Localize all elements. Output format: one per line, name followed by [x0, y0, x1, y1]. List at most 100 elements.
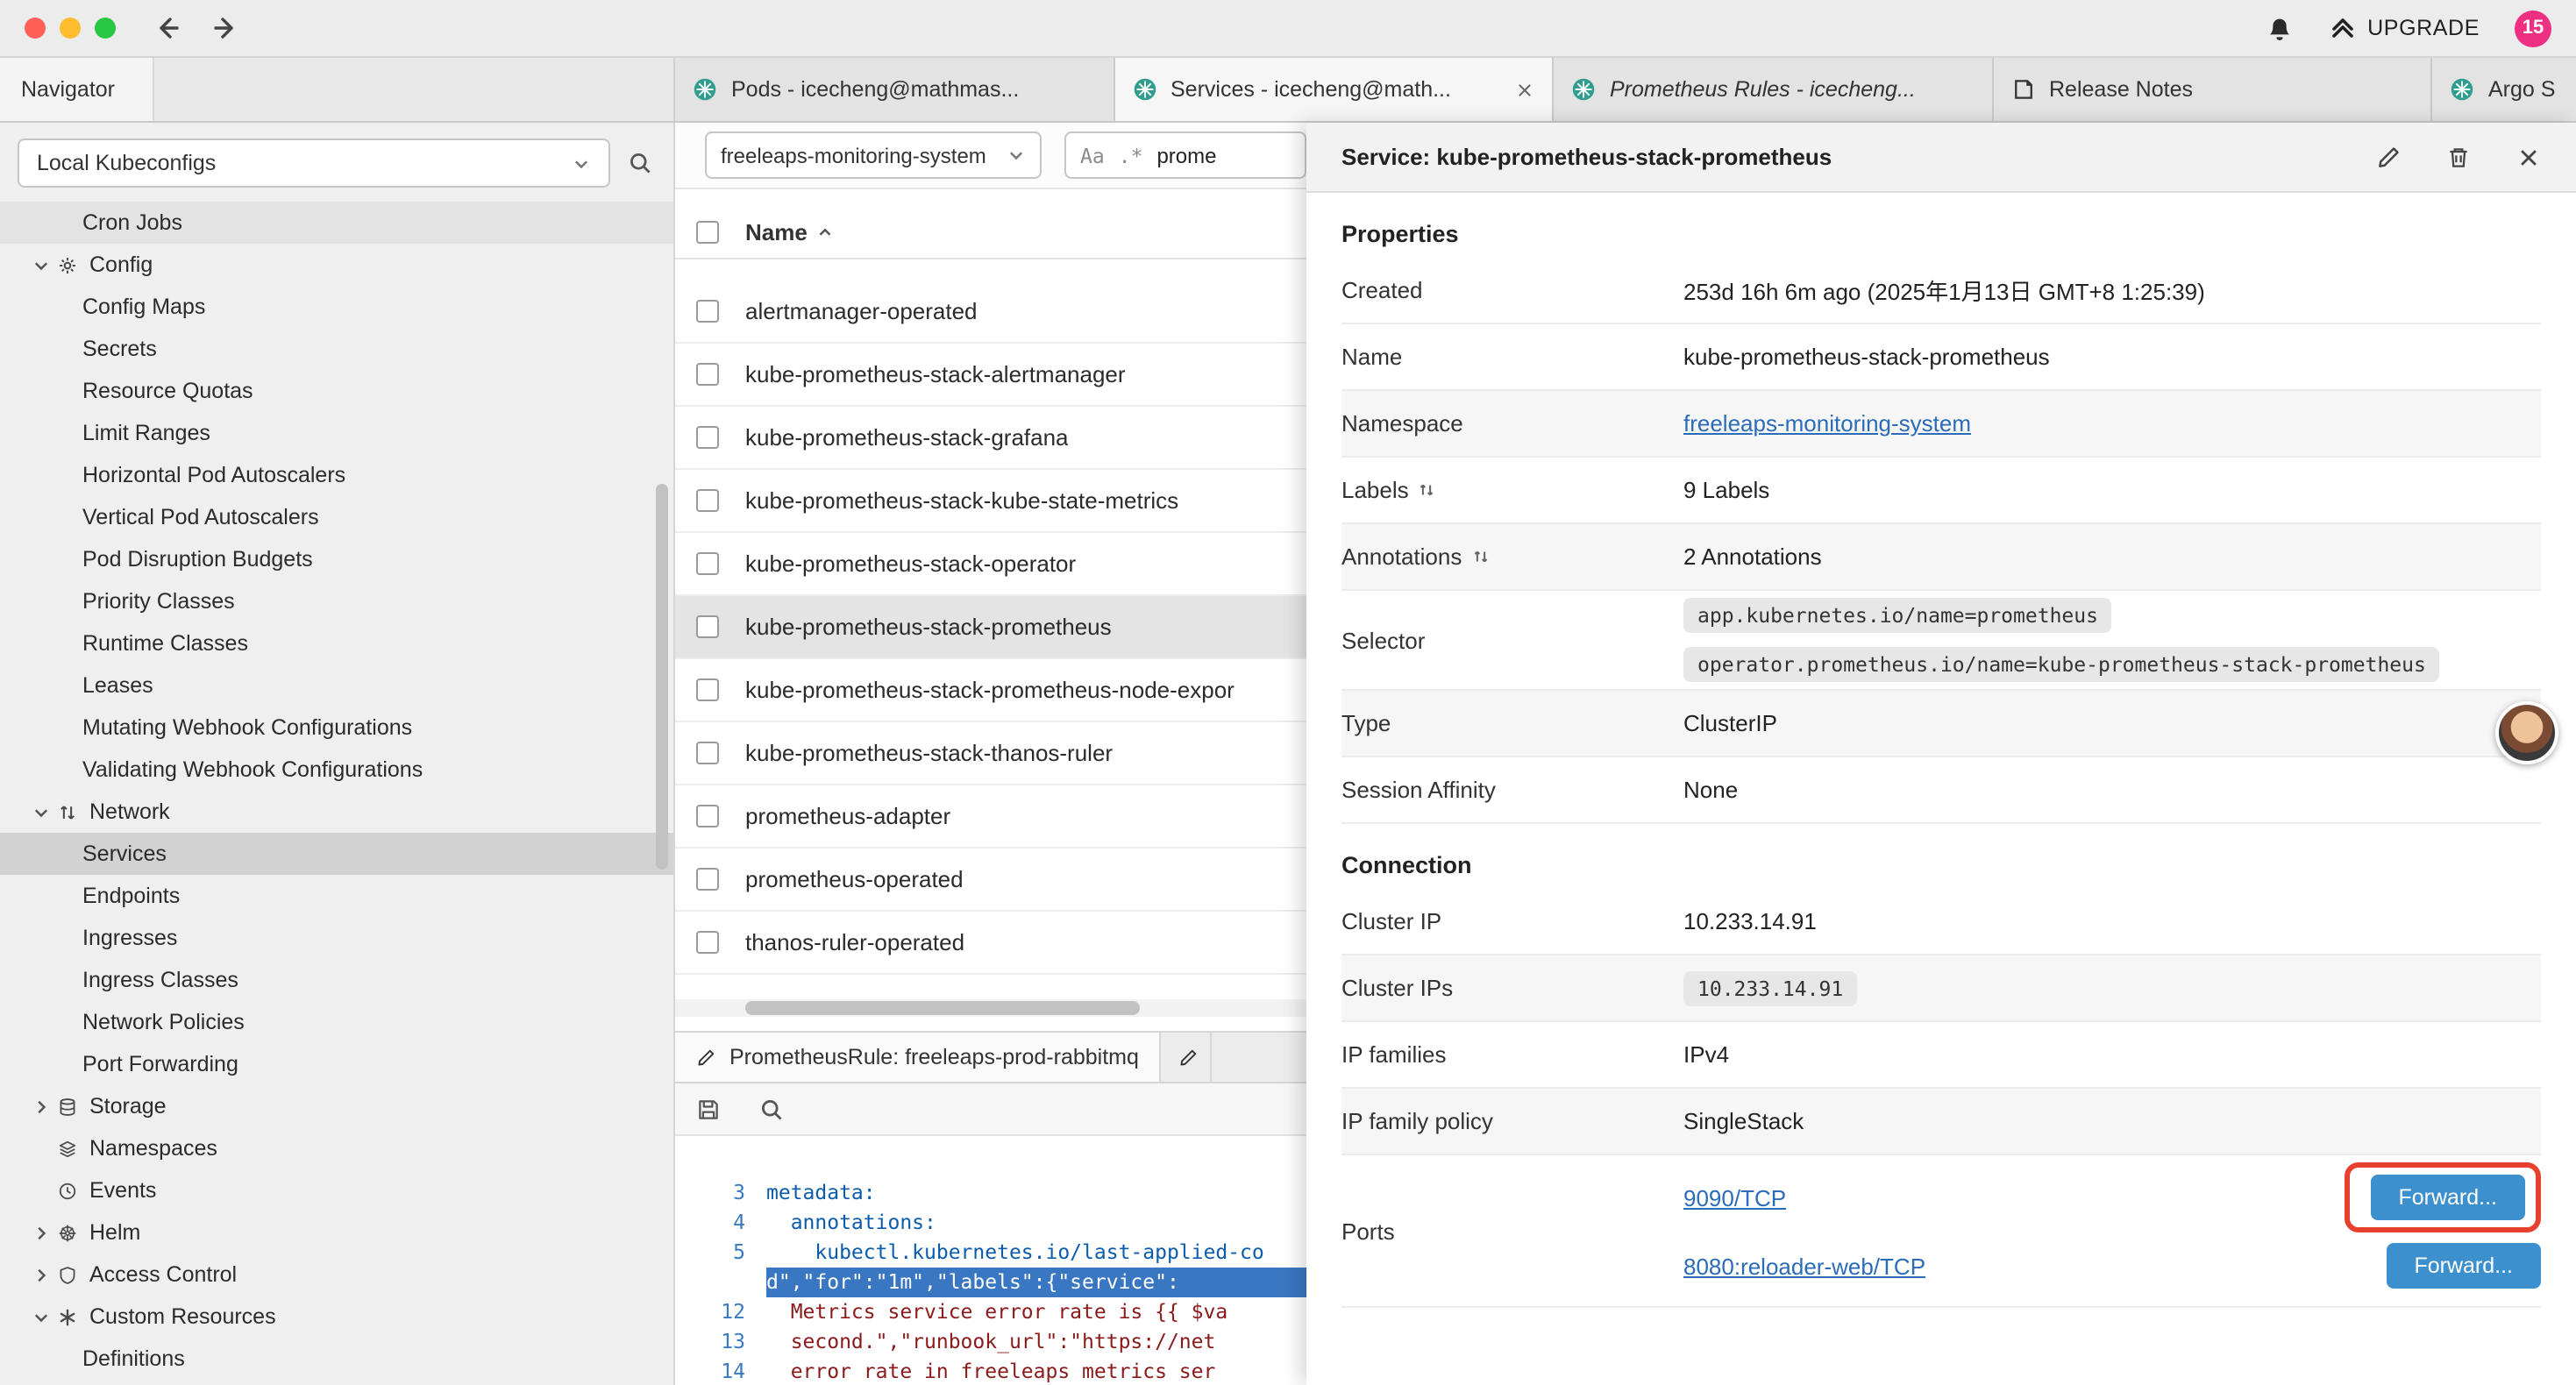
sidebar-item-storage[interactable]: Storage: [0, 1085, 673, 1127]
chevron-right-icon[interactable]: [28, 1265, 53, 1284]
kubeconfig-source-dropdown[interactable]: Local Kubeconfigs: [18, 138, 610, 188]
sidebar-item-access-control[interactable]: Access Control: [0, 1254, 673, 1296]
row-checkbox[interactable]: [696, 805, 719, 827]
sidebar-item-limit-ranges[interactable]: Limit Ranges: [0, 412, 673, 454]
sidebar-item-endpoints[interactable]: Endpoints: [0, 875, 673, 917]
table-row[interactable]: kube-prometheus-stack-prometheus: [675, 596, 1306, 659]
tab-argo[interactable]: Argo S: [2432, 58, 2576, 121]
namespace-filter-dropdown[interactable]: freeleaps-monitoring-system: [705, 131, 1042, 179]
forward-arrow-icon[interactable]: [210, 14, 238, 42]
sidebar-item-config[interactable]: Config: [0, 244, 673, 286]
close-drawer-icon[interactable]: [2516, 145, 2541, 169]
sidebar-item-network[interactable]: Network: [0, 791, 673, 833]
table-row[interactable]: alertmanager-operated: [675, 281, 1306, 344]
notifications-bell-icon[interactable]: [2266, 14, 2294, 42]
edit-pencil-icon[interactable]: [2376, 145, 2401, 169]
row-checkbox[interactable]: [696, 300, 719, 323]
sidebar-item-network-policies[interactable]: Network Policies: [0, 1001, 673, 1043]
notification-count-badge[interactable]: 15: [2515, 10, 2551, 46]
sidebar-item-mutating-webhook-configurations[interactable]: Mutating Webhook Configurations: [0, 707, 673, 749]
sidebar-item-horizontal-pod-autoscalers[interactable]: Horizontal Pod Autoscalers: [0, 454, 673, 496]
sidebar-item-leases[interactable]: Leases: [0, 664, 673, 707]
chevron-right-icon[interactable]: [28, 1097, 53, 1116]
row-checkbox[interactable]: [696, 742, 719, 764]
regex-toggle[interactable]: .*: [1119, 143, 1143, 167]
delete-trash-icon[interactable]: [2446, 145, 2471, 169]
sidebar-item-port-forwarding[interactable]: Port Forwarding: [0, 1043, 673, 1085]
tab-prometheus-rules[interactable]: Prometheus Rules - icecheng...: [1554, 58, 1993, 121]
sidebar-item-services[interactable]: Services: [0, 833, 673, 875]
table-row[interactable]: kube-prometheus-stack-prometheus-node-ex…: [675, 659, 1306, 722]
row-checkbox[interactable]: [696, 489, 719, 512]
table-row[interactable]: thanos-ruler-operated: [675, 912, 1306, 975]
sidebar-item-pod-disruption-budgets[interactable]: Pod Disruption Budgets: [0, 538, 673, 580]
back-arrow-icon[interactable]: [154, 14, 182, 42]
table-row[interactable]: prometheus-adapter: [675, 785, 1306, 849]
chevron-down-icon[interactable]: [28, 802, 53, 821]
list-toolbar: freeleaps-monitoring-system Aa .* prome: [675, 123, 1306, 189]
sidebar-item-namespaces[interactable]: Namespaces: [0, 1127, 673, 1169]
port-link[interactable]: 9090/TCP: [1683, 1184, 1786, 1211]
yaml-editor[interactable]: 3metadata:4 annotations:5 kubectl.kubern…: [675, 1136, 1306, 1385]
sidebar-item-config-maps[interactable]: Config Maps: [0, 286, 673, 328]
sidebar-item-ingresses[interactable]: Ingresses: [0, 917, 673, 959]
table-row[interactable]: kube-prometheus-stack-alertmanager: [675, 344, 1306, 407]
horizontal-scrollbar[interactable]: [745, 1001, 1140, 1015]
upgrade-button[interactable]: UPGRADE: [2329, 14, 2480, 42]
save-icon[interactable]: [696, 1097, 721, 1121]
match-case-toggle[interactable]: Aa: [1080, 143, 1105, 167]
sidebar-item-events[interactable]: Events: [0, 1169, 673, 1211]
sidebar-item-vertical-pod-autoscalers[interactable]: Vertical Pod Autoscalers: [0, 496, 673, 538]
port-link[interactable]: 8080:reloader-web/TCP: [1683, 1253, 1925, 1279]
code-text: Metrics service error rate is {{ $va: [766, 1297, 1306, 1327]
sidebar-item-definitions[interactable]: Definitions: [0, 1338, 673, 1380]
close-tab-icon[interactable]: [1515, 80, 1534, 99]
sidebar-item-priority-classes[interactable]: Priority Classes: [0, 580, 673, 622]
row-checkbox[interactable]: [696, 678, 719, 701]
sidebar-item-helm[interactable]: Helm: [0, 1211, 673, 1254]
service-search-input[interactable]: Aa .* prome: [1064, 131, 1306, 179]
close-window-button[interactable]: [25, 18, 46, 39]
chevron-down-icon[interactable]: [28, 1307, 53, 1326]
sidebar-item-cron-jobs[interactable]: Cron Jobs: [0, 202, 673, 244]
row-checkbox[interactable]: [696, 615, 719, 638]
row-checkbox[interactable]: [696, 931, 719, 954]
dock-tab-prometheusrule-freeleaps-prod-rabbitmq[interactable]: PrometheusRule: freeleaps-prod-rabbitmq: [675, 1033, 1162, 1082]
row-checkbox[interactable]: [696, 426, 719, 449]
select-all-checkbox[interactable]: [696, 221, 719, 244]
table-row[interactable]: kube-prometheus-stack-grafana: [675, 407, 1306, 470]
row-checkbox[interactable]: [696, 868, 719, 891]
sidebar-scrollbar[interactable]: [656, 484, 668, 870]
row-checkbox[interactable]: [696, 552, 719, 575]
editor-search-icon[interactable]: [759, 1097, 784, 1121]
table-row[interactable]: kube-prometheus-stack-kube-state-metrics: [675, 470, 1306, 533]
tab-release-notes[interactable]: Release Notes: [1993, 58, 2432, 121]
navigator-panel-tab[interactable]: Navigator: [0, 58, 154, 121]
sidebar-search-icon[interactable]: [628, 151, 652, 175]
sort-toggle-icon[interactable]: [1470, 547, 1490, 566]
sidebar-item-validating-webhook-configurations[interactable]: Validating Webhook Configurations: [0, 749, 673, 791]
table-row[interactable]: kube-prometheus-stack-operator: [675, 533, 1306, 596]
code-text: annotations:: [766, 1208, 1306, 1238]
minimize-window-button[interactable]: [60, 18, 81, 39]
sidebar-item-ingress-classes[interactable]: Ingress Classes: [0, 959, 673, 1001]
user-avatar[interactable]: [2495, 701, 2558, 764]
sort-toggle-icon[interactable]: [1418, 480, 1437, 500]
table-row[interactable]: kube-prometheus-stack-thanos-ruler: [675, 722, 1306, 785]
namespace-link[interactable]: freeleaps-monitoring-system: [1683, 410, 1971, 437]
sidebar-item-secrets[interactable]: Secrets: [0, 328, 673, 370]
tab-services[interactable]: Services - icecheng@math...: [1114, 58, 1554, 121]
tab-pods[interactable]: Pods - icecheng@mathmas...: [675, 58, 1114, 121]
sidebar-item-custom-resources[interactable]: Custom Resources: [0, 1296, 673, 1338]
sidebar-item-runtime-classes[interactable]: Runtime Classes: [0, 622, 673, 664]
forward-button[interactable]: Forward...: [2370, 1175, 2525, 1220]
name-column-header[interactable]: Name: [745, 219, 836, 245]
maximize-window-button[interactable]: [95, 18, 116, 39]
row-checkbox[interactable]: [696, 363, 719, 386]
dock-tab-partial[interactable]: [1162, 1033, 1213, 1082]
chevron-down-icon[interactable]: [28, 255, 53, 274]
table-row[interactable]: prometheus-operated: [675, 849, 1306, 912]
sidebar-item-resource-quotas[interactable]: Resource Quotas: [0, 370, 673, 412]
chevron-right-icon[interactable]: [28, 1223, 53, 1242]
forward-button[interactable]: Forward...: [2386, 1243, 2541, 1289]
